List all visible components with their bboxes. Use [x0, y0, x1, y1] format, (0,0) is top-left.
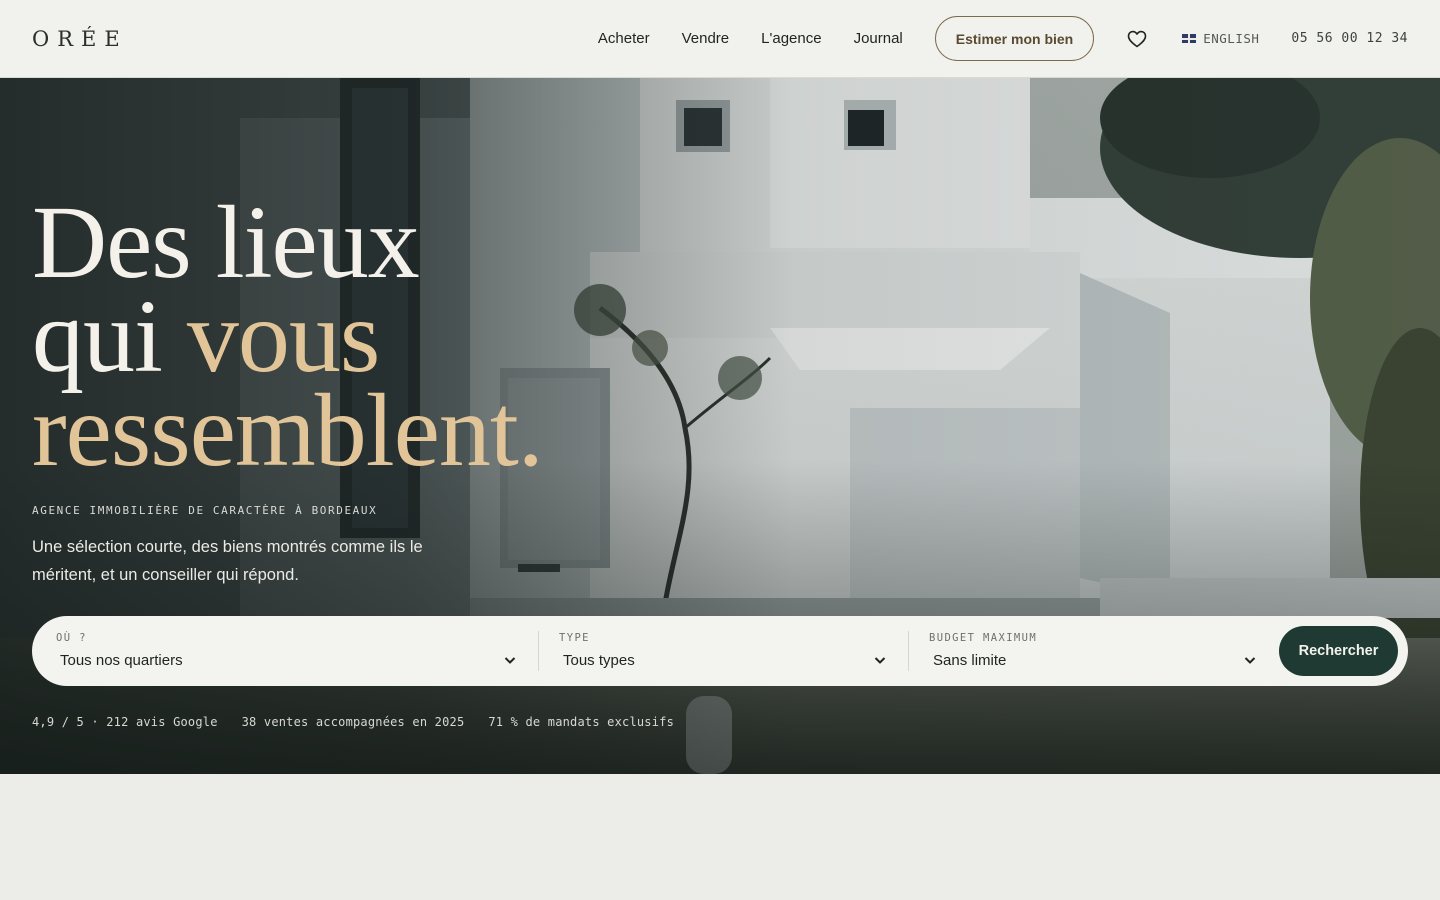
logo[interactable]: ORÉE [32, 27, 128, 51]
where-label: OÙ ? [56, 632, 87, 644]
type-select[interactable]: TYPE Tous types [539, 616, 908, 686]
type-label: TYPE [559, 632, 590, 644]
nav-link-journal[interactable]: Journal [854, 30, 903, 47]
site-header: ORÉE Acheter Vendre L'agence Journal Est… [0, 0, 1440, 78]
chevron-down-icon [1244, 657, 1256, 664]
estimate-property-button[interactable]: Estimer mon bien [934, 16, 1095, 61]
language-switcher[interactable]: ENGLISH [1182, 31, 1259, 46]
language-label: ENGLISH [1203, 31, 1260, 46]
where-select[interactable]: OÙ ? Tous nos quartiers [32, 616, 538, 686]
favorites-button[interactable] [1126, 28, 1148, 50]
trust-stats: 4,9 / 5 · 212 avis Google 38 ventes acco… [32, 715, 698, 729]
chevron-down-icon [874, 657, 886, 664]
hero-eyebrow: AGENCE IMMOBILIÈRE DE CARACTÈRE À BORDEA… [32, 504, 378, 517]
headline-line-3: ressemblent. [32, 373, 544, 488]
stat-exclusive-mandates: 71 % de mandats exclusifs [488, 715, 674, 729]
uk-flag-icon [1182, 34, 1197, 43]
type-value: Tous types [563, 652, 635, 669]
budget-label: BUDGET MAXIMUM [929, 632, 1038, 644]
main-nav: Acheter Vendre L'agence Journal [598, 30, 903, 47]
search-button[interactable]: Rechercher [1279, 626, 1398, 676]
where-value: Tous nos quartiers [60, 652, 183, 669]
chevron-down-icon [504, 657, 516, 664]
heart-icon [1127, 30, 1147, 47]
hero-headline: Des lieux qui vous ressemblent. [32, 191, 544, 483]
property-search-bar: OÙ ? Tous nos quartiers TYPE Tous types … [32, 616, 1408, 686]
budget-value: Sans limite [933, 652, 1007, 669]
nav-link-agence[interactable]: L'agence [761, 30, 821, 47]
hero-section: Des lieux qui vous ressemblent. AGENCE I… [0, 78, 1440, 774]
stat-google-reviews: 4,9 / 5 · 212 avis Google [32, 715, 218, 729]
stat-sales-2025: 38 ventes accompagnées en 2025 [241, 715, 465, 729]
phone-number[interactable]: 05 56 00 12 34 [1291, 31, 1408, 46]
nav-link-vendre[interactable]: Vendre [682, 30, 730, 47]
budget-select[interactable]: BUDGET MAXIMUM Sans limite [909, 616, 1269, 686]
hero-lead-text: Une sélection courte, des biens montrés … [32, 538, 423, 584]
nav-link-acheter[interactable]: Acheter [598, 30, 650, 47]
